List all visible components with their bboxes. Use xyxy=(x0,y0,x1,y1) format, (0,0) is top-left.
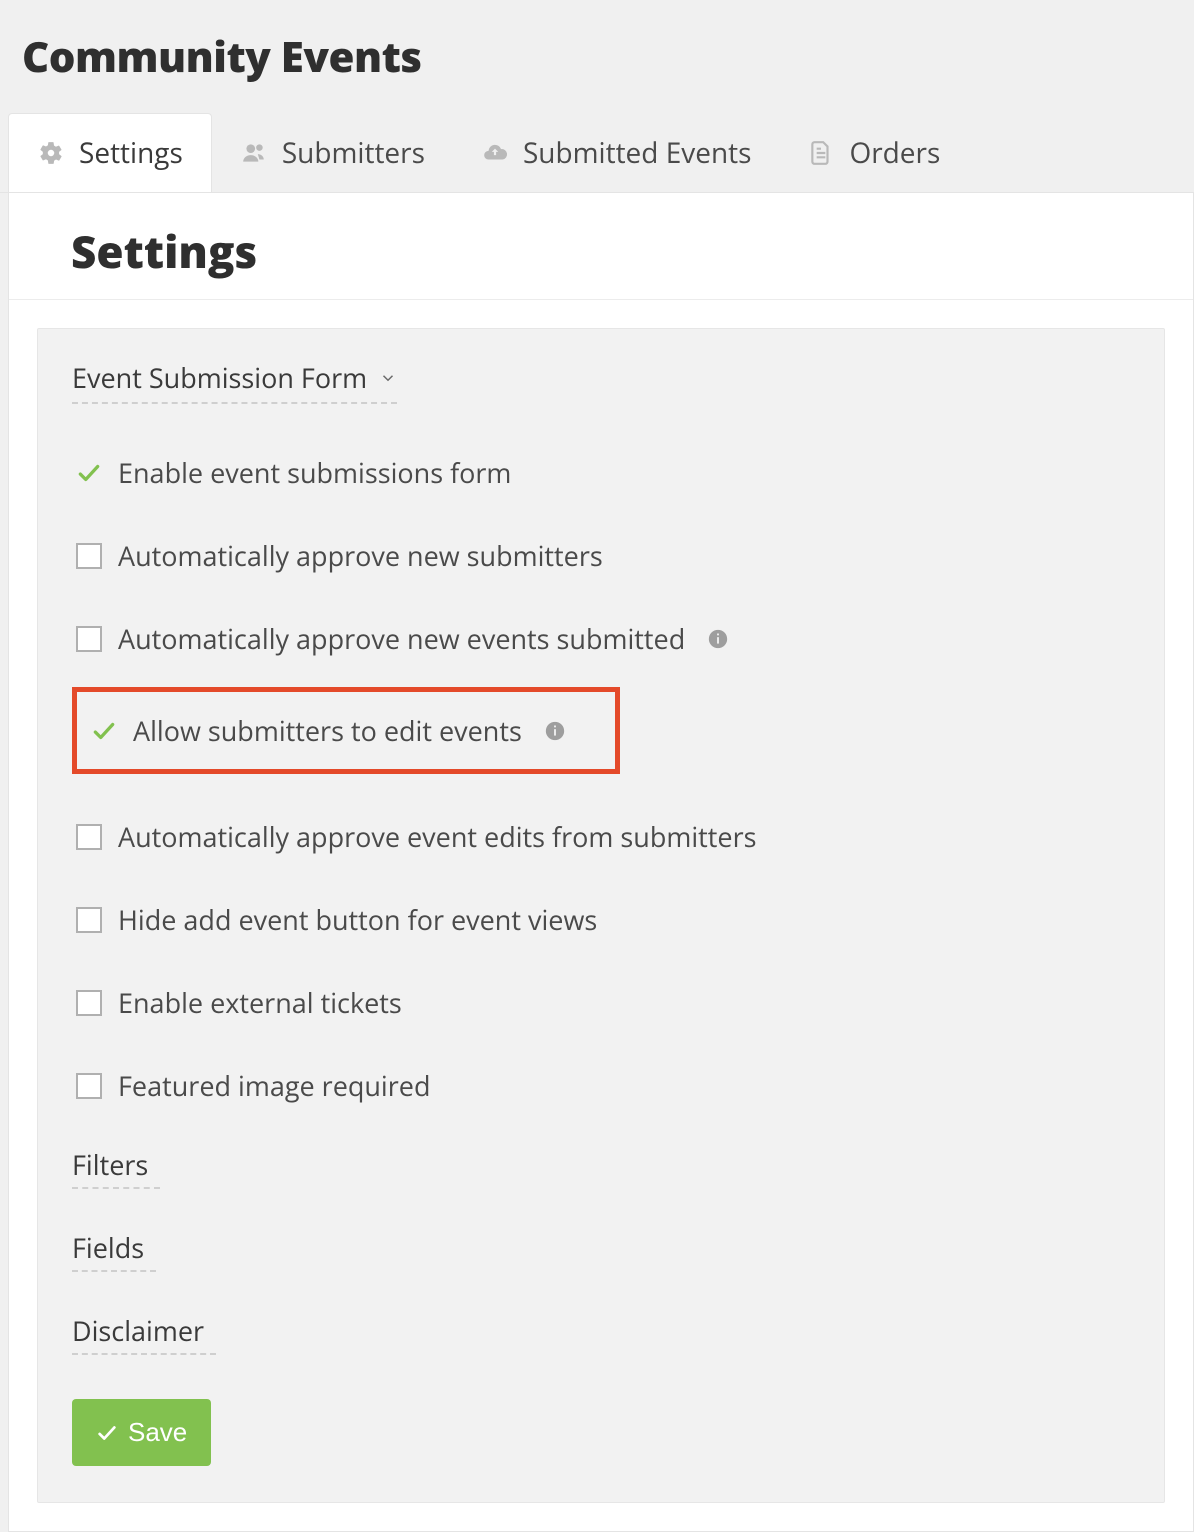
tab-label: Settings xyxy=(79,134,183,172)
tab-submitted-events[interactable]: Submitted Events xyxy=(453,114,780,192)
option-label: Enable event submissions form xyxy=(118,454,511,491)
tab-label: Submitted Events xyxy=(523,134,752,172)
option-featured-image-required[interactable]: Featured image required xyxy=(72,1065,1130,1106)
info-icon[interactable] xyxy=(544,720,566,742)
checkbox-unchecked xyxy=(76,907,102,933)
option-auto-approve-submitters[interactable]: Automatically approve new submitters xyxy=(72,535,1130,576)
save-button[interactable]: Save xyxy=(72,1399,211,1466)
tab-label: Submitters xyxy=(282,134,425,172)
option-auto-approve-edits[interactable]: Automatically approve event edits from s… xyxy=(72,816,1130,857)
accordion-filters[interactable]: Filters xyxy=(72,1146,160,1189)
check-icon xyxy=(76,460,102,486)
checkbox-unchecked xyxy=(76,626,102,652)
section-title: Settings xyxy=(9,221,1193,300)
info-icon[interactable] xyxy=(707,628,729,650)
accordion-label: Event Submission Form xyxy=(72,359,367,396)
tab-bar: Settings Submitters Submitted Events Ord… xyxy=(0,113,1194,193)
tab-settings[interactable]: Settings xyxy=(8,113,212,192)
option-auto-approve-events[interactable]: Automatically approve new events submitt… xyxy=(72,618,1130,659)
tab-label: Orders xyxy=(849,134,940,172)
option-label: Automatically approve event edits from s… xyxy=(118,818,756,855)
accordion-label: Disclaimer xyxy=(72,1312,204,1349)
content-panel: Settings Event Submission Form Enable ev… xyxy=(8,193,1194,1532)
cloud-icon xyxy=(481,139,509,167)
page-title: Community Events xyxy=(0,0,1194,113)
chevron-down-icon xyxy=(379,369,397,387)
accordion-event-submission-form[interactable]: Event Submission Form xyxy=(72,359,397,404)
checkbox-unchecked xyxy=(76,990,102,1016)
file-icon xyxy=(807,139,835,167)
option-hide-add-button[interactable]: Hide add event button for event views xyxy=(72,899,1130,940)
checkbox-unchecked xyxy=(76,543,102,569)
option-external-tickets[interactable]: Enable external tickets xyxy=(72,982,1130,1023)
option-label: Allow submitters to edit events xyxy=(133,712,522,749)
users-icon xyxy=(240,139,268,167)
check-icon xyxy=(91,718,117,744)
gear-icon xyxy=(37,139,65,167)
save-label: Save xyxy=(128,1417,187,1448)
settings-form: Event Submission Form Enable event submi… xyxy=(37,328,1165,1503)
accordion-disclaimer[interactable]: Disclaimer xyxy=(72,1312,216,1355)
accordion-label: Filters xyxy=(72,1146,148,1183)
option-label: Hide add event button for event views xyxy=(118,901,597,938)
checkbox-unchecked xyxy=(76,824,102,850)
tab-submitters[interactable]: Submitters xyxy=(212,114,453,192)
accordion-label: Fields xyxy=(72,1229,144,1266)
checkbox-unchecked xyxy=(76,1073,102,1099)
option-label: Enable external tickets xyxy=(118,984,402,1021)
option-allow-edit-events[interactable]: Allow submitters to edit events xyxy=(87,710,605,751)
option-label: Automatically approve new submitters xyxy=(118,537,603,574)
highlighted-option: Allow submitters to edit events xyxy=(72,687,620,774)
tab-orders[interactable]: Orders xyxy=(779,114,968,192)
accordion-fields[interactable]: Fields xyxy=(72,1229,156,1272)
check-icon xyxy=(96,1422,118,1444)
option-label: Automatically approve new events submitt… xyxy=(118,620,685,657)
option-label: Featured image required xyxy=(118,1067,430,1104)
option-enable-event-submissions[interactable]: Enable event submissions form xyxy=(72,452,1130,493)
